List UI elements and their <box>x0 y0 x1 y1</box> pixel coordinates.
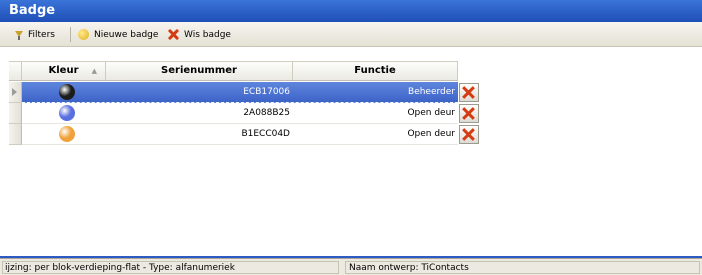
funnel-icon <box>14 30 24 40</box>
yellow-circle-icon <box>78 29 89 40</box>
filters-label: Filters <box>28 29 55 40</box>
serial-cell: ECB17006 <box>243 87 290 97</box>
table-row[interactable]: 2A088B25 Open deur <box>9 103 458 124</box>
toolbar-separator <box>70 27 71 42</box>
column-header-color-label: Kleur <box>48 65 79 76</box>
color-swatch <box>59 126 75 142</box>
serial-cell: B1ECC04D <box>241 129 290 139</box>
delete-badge-label: Wis badge <box>184 29 231 40</box>
column-header-function-label: Functie <box>354 65 396 76</box>
color-swatch <box>59 105 75 121</box>
window-title: Badge <box>9 3 56 18</box>
table-row[interactable]: B1ECC04D Open deur <box>9 124 458 145</box>
color-cell <box>22 124 106 144</box>
status-bar: ijzing: per blok-verdieping-flat - Type:… <box>0 256 702 275</box>
delete-row-button[interactable] <box>459 125 479 144</box>
delete-row-button[interactable] <box>459 83 479 102</box>
table-header: Kleur ▲ Serienummer Functie <box>9 61 458 81</box>
current-row-arrow-icon <box>12 88 17 96</box>
function-cell: Open deur <box>407 129 455 139</box>
color-cell <box>22 82 106 102</box>
status-panel-right: Naam ontwerp: TiContacts <box>345 261 700 274</box>
row-header[interactable] <box>9 82 22 103</box>
sort-up-icon: ▲ <box>91 67 97 75</box>
color-swatch <box>59 84 75 100</box>
status-bar-divider <box>0 256 702 258</box>
column-header-serial-label: Serienummer <box>161 65 237 76</box>
delete-row-button[interactable] <box>459 104 479 123</box>
status-panel-left: ijzing: per blok-verdieping-flat - Type:… <box>2 261 339 274</box>
table-row[interactable]: ECB17006 Beheerder <box>9 82 458 103</box>
column-header-serial[interactable]: Serienummer <box>106 62 293 80</box>
column-header-color[interactable]: Kleur ▲ <box>22 62 106 80</box>
filters-button[interactable]: Filters <box>14 27 55 42</box>
header-corner <box>9 62 22 80</box>
color-cell <box>22 103 106 123</box>
delete-badge-button[interactable]: Wis badge <box>168 27 231 42</box>
function-cell: Open deur <box>407 108 455 118</box>
red-x-icon <box>168 29 179 40</box>
new-badge-label: Nieuwe badge <box>94 29 159 40</box>
row-header[interactable] <box>9 124 22 145</box>
serial-cell: 2A088B25 <box>243 108 290 118</box>
function-cell: Beheerder <box>408 87 455 97</box>
new-badge-button[interactable]: Nieuwe badge <box>78 27 158 42</box>
column-header-function[interactable]: Functie <box>293 62 458 80</box>
title-bar: Badge <box>0 0 702 22</box>
row-header[interactable] <box>9 103 22 124</box>
toolbar: Filters Nieuwe badge Wis badge <box>0 22 702 47</box>
